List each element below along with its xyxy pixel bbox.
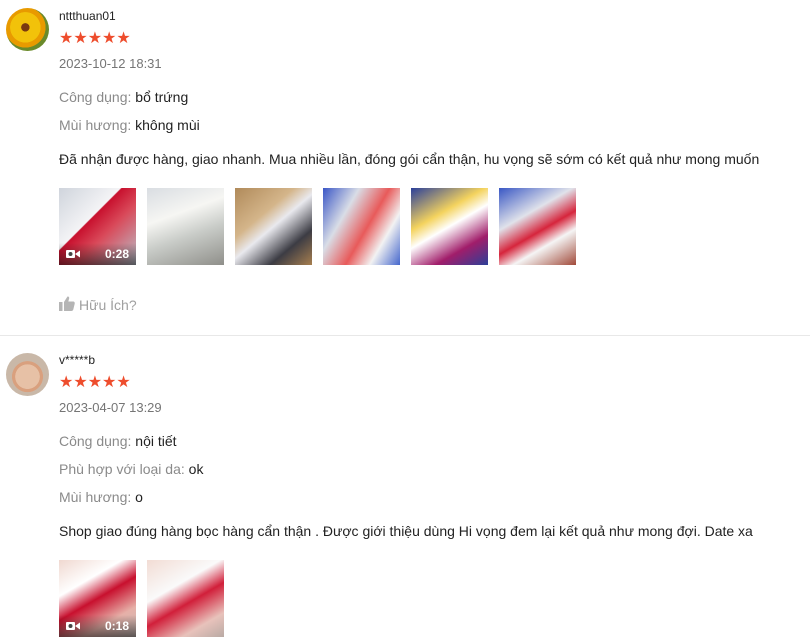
attribute-value: nội tiết [135, 433, 177, 449]
attribute-key: Phù hợp với loại da: [59, 461, 185, 477]
attribute-row: Công dụng: bổ trứng [59, 89, 188, 105]
star-rating: ★★★★★ [59, 30, 131, 47]
review-photo-thumbnail[interactable] [235, 188, 312, 265]
attribute-key: Công dụng: [59, 89, 132, 105]
attribute-value: o [135, 489, 143, 505]
attribute-key: Công dụng: [59, 433, 132, 449]
review-video-thumbnail[interactable]: 0:28 [59, 188, 136, 265]
review-time: 2023-10-12 18:31 [59, 56, 162, 71]
attribute-row: Mùi hương: o [59, 489, 143, 505]
review-media: 0:18 [59, 560, 224, 637]
username[interactable]: v*****b [59, 353, 95, 367]
review-video-thumbnail[interactable]: 0:18 [59, 560, 136, 637]
helpful-label: Hữu Ích? [79, 297, 137, 313]
helpful-button[interactable]: Hữu Ích? [59, 296, 137, 314]
video-duration: 0:18 [104, 619, 129, 633]
avatar[interactable] [6, 353, 49, 396]
review-photo-thumbnail[interactable] [411, 188, 488, 265]
attribute-row: Công dụng: nội tiết [59, 433, 177, 449]
review-photo-thumbnail[interactable] [147, 188, 224, 265]
thumbs-up-icon [59, 296, 75, 314]
attribute-key: Mùi hương: [59, 117, 132, 133]
review-comment: Shop giao đúng hàng bọc hàng cẩn thận . … [59, 523, 753, 539]
attribute-value: ok [188, 461, 204, 477]
avatar[interactable] [6, 8, 49, 51]
video-camera-icon [66, 621, 80, 631]
video-camera-icon [66, 249, 80, 259]
video-duration: 0:28 [104, 247, 129, 261]
username[interactable]: nttthuan01 [59, 9, 116, 23]
star-rating: ★★★★★ [59, 374, 131, 391]
review-photo-thumbnail[interactable] [323, 188, 400, 265]
review-photo-thumbnail[interactable] [147, 560, 224, 637]
attribute-row: Phù hợp với loại da: ok [59, 461, 203, 477]
review-comment: Đã nhận được hàng, giao nhanh. Mua nhiều… [59, 151, 760, 167]
video-overlay: 0:18 [59, 615, 136, 637]
review-divider [0, 335, 810, 336]
review-time: 2023-04-07 13:29 [59, 400, 162, 415]
review-photo-thumbnail[interactable] [499, 188, 576, 265]
attribute-key: Mùi hương: [59, 489, 132, 505]
video-overlay: 0:28 [59, 243, 136, 265]
review-media: 0:28 [59, 188, 576, 265]
attribute-row: Mùi hương: không mùi [59, 117, 200, 133]
attribute-value: không mùi [135, 117, 200, 133]
attribute-value: bổ trứng [135, 89, 189, 105]
